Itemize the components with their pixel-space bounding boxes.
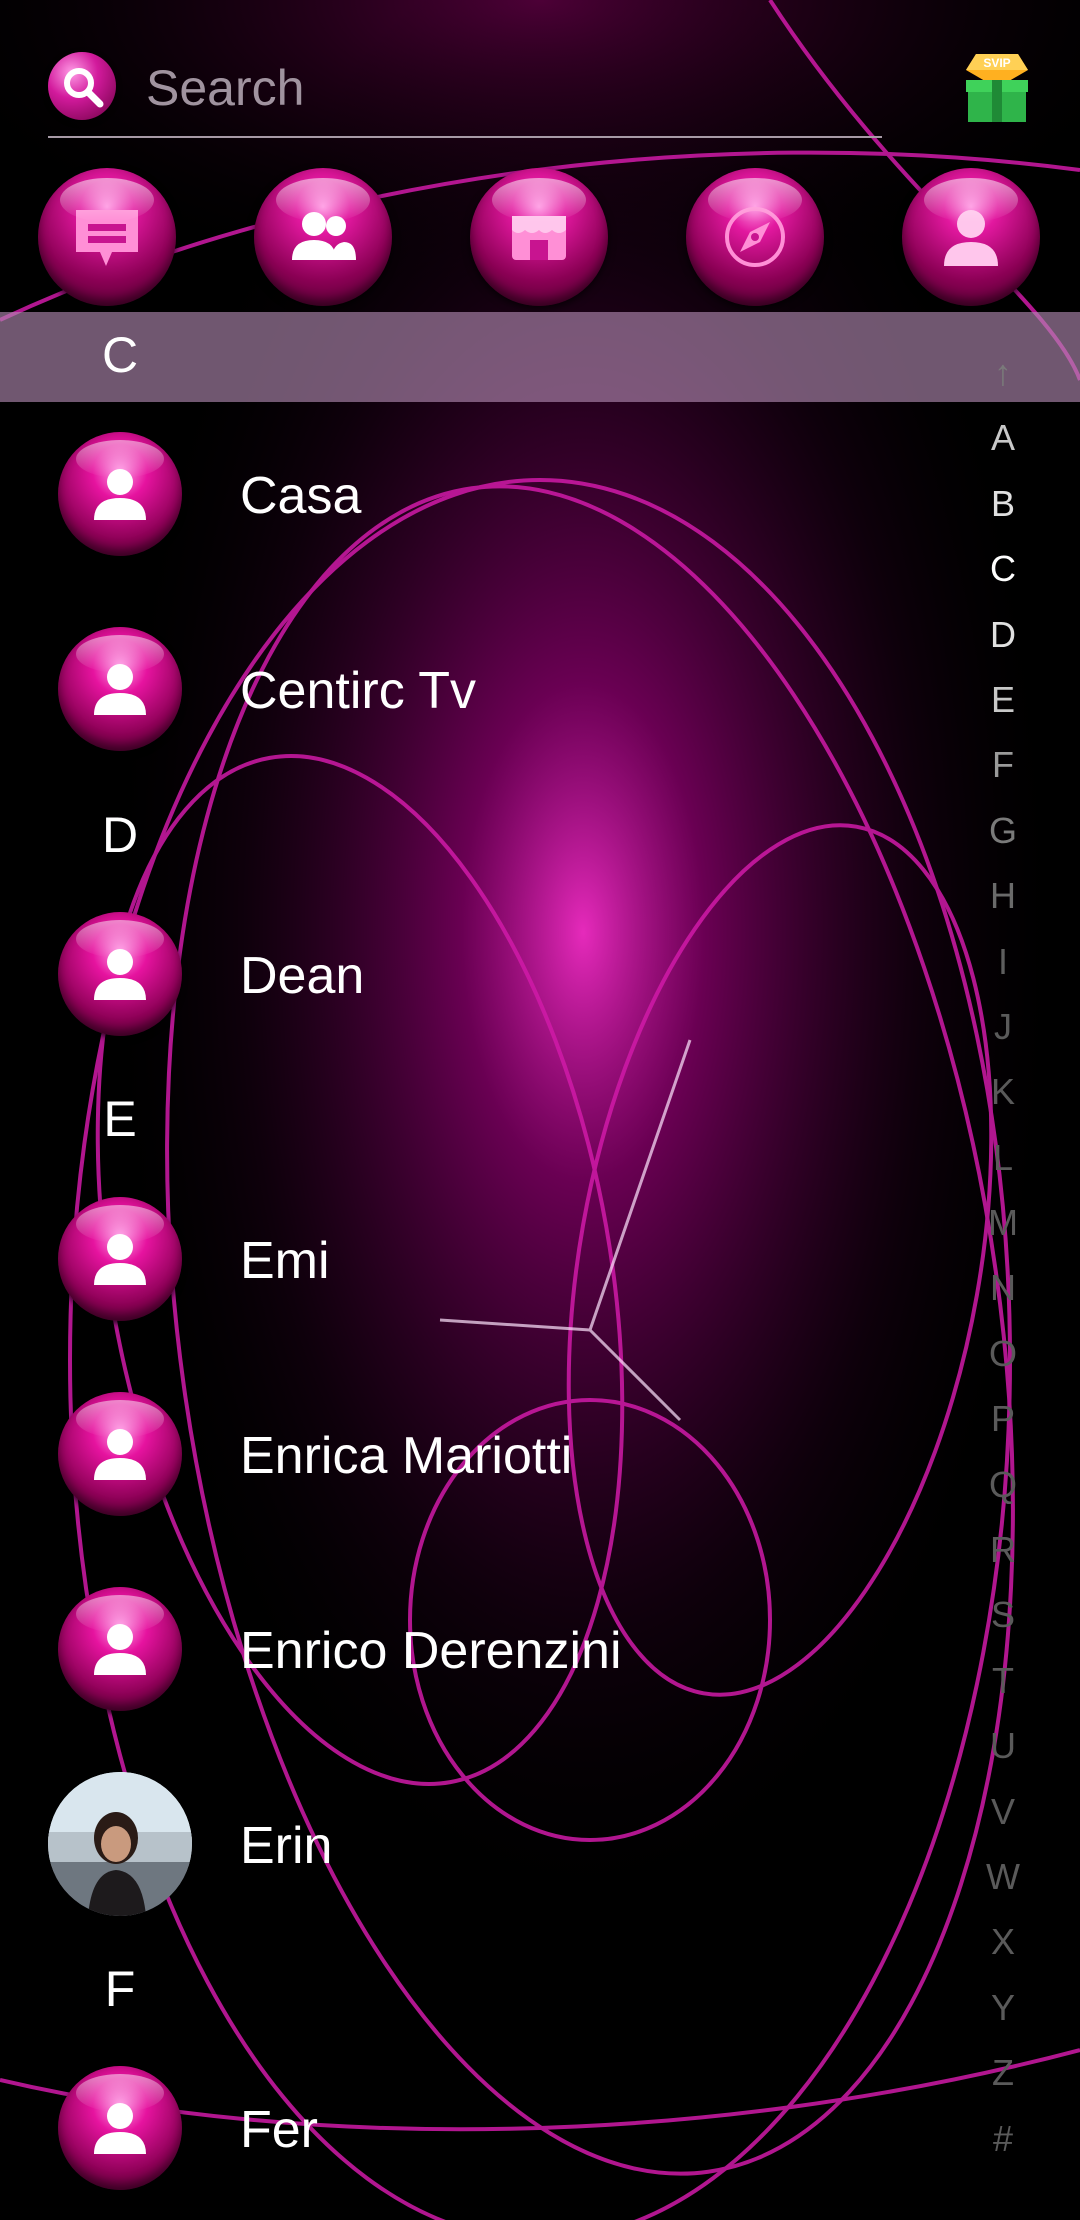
avatar bbox=[58, 2066, 182, 2190]
index-letter[interactable]: H bbox=[968, 863, 1038, 928]
compass-icon bbox=[725, 207, 785, 267]
tab-store[interactable] bbox=[470, 168, 608, 306]
profile-icon bbox=[944, 210, 998, 266]
top-tab-bar bbox=[38, 168, 1048, 308]
contact-name: Dean bbox=[240, 947, 365, 1005]
index-up-arrow[interactable]: ↑ bbox=[968, 340, 1038, 405]
index-letter[interactable]: U bbox=[968, 1713, 1038, 1778]
section-letter-e: E bbox=[103, 1091, 137, 1147]
store-icon bbox=[512, 216, 566, 260]
message-icon bbox=[76, 210, 138, 266]
index-letter[interactable]: R bbox=[968, 1517, 1038, 1582]
contact-name: Centirc Tv bbox=[240, 662, 476, 720]
index-letter[interactable]: C bbox=[968, 536, 1038, 601]
index-letter[interactable]: X bbox=[968, 1909, 1038, 1974]
index-letter[interactable]: J bbox=[968, 994, 1038, 1059]
contact-name: Enrica Mariotti bbox=[240, 1427, 573, 1485]
person-icon bbox=[94, 2103, 146, 2154]
index-letter[interactable]: Y bbox=[968, 1975, 1038, 2040]
tab-discover[interactable] bbox=[686, 168, 824, 306]
index-hash[interactable]: # bbox=[968, 2106, 1038, 2171]
contact-name: Emi bbox=[240, 1232, 330, 1290]
contact-row-emi[interactable]: Emi bbox=[0, 1181, 960, 1341]
index-letter[interactable]: S bbox=[968, 1582, 1038, 1647]
index-letter[interactable]: Q bbox=[968, 1452, 1038, 1517]
index-letter[interactable]: V bbox=[968, 1779, 1038, 1844]
index-letter[interactable]: L bbox=[968, 1125, 1038, 1190]
tab-profile[interactable] bbox=[902, 168, 1040, 306]
contact-name: Enrico Derenzini bbox=[240, 1622, 622, 1680]
search-icon[interactable] bbox=[48, 52, 116, 120]
svip-badge-text: SVIP bbox=[983, 56, 1010, 70]
avatar bbox=[58, 432, 182, 556]
contact-row-dean[interactable]: Dean bbox=[0, 896, 960, 1056]
index-letter[interactable]: B bbox=[968, 471, 1038, 536]
tab-contacts[interactable] bbox=[254, 168, 392, 306]
index-letter[interactable]: O bbox=[968, 1321, 1038, 1386]
index-letter[interactable]: K bbox=[968, 1059, 1038, 1124]
avatar bbox=[58, 627, 182, 751]
index-letter[interactable]: W bbox=[968, 1844, 1038, 1909]
index-letter[interactable]: P bbox=[968, 1386, 1038, 1451]
index-letter[interactable]: M bbox=[968, 1190, 1038, 1255]
index-letter[interactable]: E bbox=[968, 667, 1038, 732]
svip-gift-icon[interactable]: SVIP bbox=[962, 44, 1032, 124]
group-icon bbox=[292, 212, 356, 260]
person-icon bbox=[94, 1624, 146, 1675]
index-letter[interactable]: A bbox=[968, 405, 1038, 470]
person-icon bbox=[94, 949, 146, 1000]
person-icon bbox=[94, 664, 146, 715]
contact-row-enrica-mariotti[interactable]: Enrica Mariotti bbox=[0, 1376, 960, 1536]
alphabet-index[interactable]: ↑ A B C D E F G H I J K L M N O P Q R S … bbox=[968, 340, 1038, 2171]
contact-name: Casa bbox=[240, 467, 362, 525]
contact-row-casa[interactable]: Casa bbox=[0, 416, 960, 576]
section-letter-f: F bbox=[104, 1961, 136, 2017]
tab-messages[interactable] bbox=[38, 168, 176, 306]
index-letter[interactable]: T bbox=[968, 1648, 1038, 1713]
contact-row-fer[interactable]: Fer bbox=[0, 2050, 960, 2210]
index-letter[interactable]: G bbox=[968, 798, 1038, 863]
index-letter[interactable]: N bbox=[968, 1255, 1038, 1320]
section-letter-d: D bbox=[101, 807, 139, 863]
person-icon bbox=[94, 1429, 146, 1480]
index-letter[interactable]: Z bbox=[968, 2040, 1038, 2105]
avatar bbox=[58, 1197, 182, 1321]
search-input[interactable] bbox=[144, 52, 868, 124]
avatar bbox=[58, 1392, 182, 1516]
section-letter-c: C bbox=[101, 327, 139, 383]
contact-name: Fer bbox=[240, 2101, 318, 2159]
search-bar[interactable] bbox=[48, 44, 882, 138]
person-icon bbox=[94, 469, 146, 520]
index-letter[interactable]: F bbox=[968, 732, 1038, 797]
avatar bbox=[58, 1587, 182, 1711]
contact-name: Erin bbox=[240, 1817, 333, 1875]
person-icon bbox=[94, 1234, 146, 1285]
contact-photo bbox=[48, 1772, 192, 1916]
index-letter[interactable]: I bbox=[968, 929, 1038, 994]
avatar bbox=[58, 912, 182, 1036]
contact-row-enrico-derenzini[interactable]: Enrico Derenzini bbox=[0, 1571, 960, 1731]
contact-row-erin[interactable]: Erin bbox=[0, 1766, 960, 1926]
contact-row-centirc-tv[interactable]: Centirc Tv bbox=[0, 611, 960, 771]
index-letter[interactable]: D bbox=[968, 602, 1038, 667]
